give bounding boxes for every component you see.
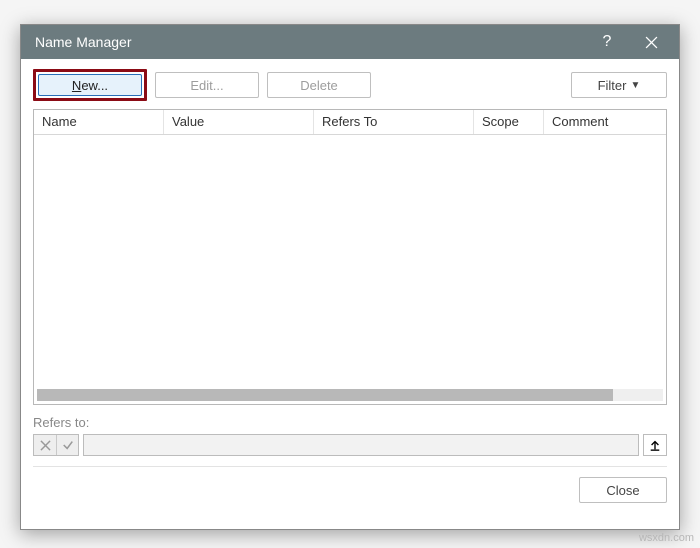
edit-button[interactable]: Edit... bbox=[155, 72, 259, 98]
help-icon: ? bbox=[603, 33, 612, 51]
collapse-icon bbox=[649, 439, 661, 451]
dialog-title: Name Manager bbox=[35, 34, 585, 50]
scrollbar-thumb[interactable] bbox=[37, 389, 613, 401]
delete-button[interactable]: Delete bbox=[267, 72, 371, 98]
accept-refers-button[interactable] bbox=[56, 435, 78, 455]
horizontal-scrollbar[interactable] bbox=[37, 389, 663, 401]
x-icon bbox=[40, 440, 51, 451]
column-refers-to[interactable]: Refers To bbox=[314, 110, 474, 134]
collapse-dialog-button[interactable] bbox=[643, 434, 667, 456]
refers-to-row bbox=[33, 434, 667, 456]
new-button-label: ew... bbox=[72, 78, 108, 93]
separator bbox=[33, 466, 667, 467]
refers-to-label: Refers to: bbox=[33, 415, 667, 430]
filter-button[interactable]: Filter ▼ bbox=[571, 72, 667, 98]
cancel-refers-button[interactable] bbox=[34, 435, 56, 455]
chevron-down-icon: ▼ bbox=[630, 80, 640, 91]
new-button[interactable]: ew... bbox=[38, 74, 142, 96]
list-header: Name Value Refers To Scope Comment bbox=[34, 110, 666, 135]
check-icon bbox=[62, 439, 74, 451]
highlight-annotation: ew... bbox=[33, 69, 147, 101]
name-list[interactable]: Name Value Refers To Scope Comment bbox=[33, 109, 667, 405]
help-button[interactable]: ? bbox=[585, 25, 629, 59]
column-scope[interactable]: Scope bbox=[474, 110, 544, 134]
title-bar[interactable]: Name Manager ? bbox=[21, 25, 679, 59]
window-close-button[interactable] bbox=[629, 25, 673, 59]
close-button[interactable]: Close bbox=[579, 477, 667, 503]
dialog-actions: Close bbox=[21, 471, 679, 517]
column-value[interactable]: Value bbox=[164, 110, 314, 134]
filter-label: Filter bbox=[598, 78, 627, 93]
name-manager-dialog: Name Manager ? ew... Edit... Delete Filt… bbox=[20, 24, 680, 530]
accept-cancel-group bbox=[33, 434, 79, 456]
toolbar: ew... Edit... Delete Filter ▼ bbox=[21, 59, 679, 109]
close-icon bbox=[645, 36, 658, 49]
column-comment[interactable]: Comment bbox=[544, 110, 666, 134]
watermark: wsxdn.com bbox=[639, 532, 694, 544]
list-body bbox=[34, 135, 666, 389]
refers-to-input[interactable] bbox=[83, 434, 639, 456]
column-name[interactable]: Name bbox=[34, 110, 164, 134]
